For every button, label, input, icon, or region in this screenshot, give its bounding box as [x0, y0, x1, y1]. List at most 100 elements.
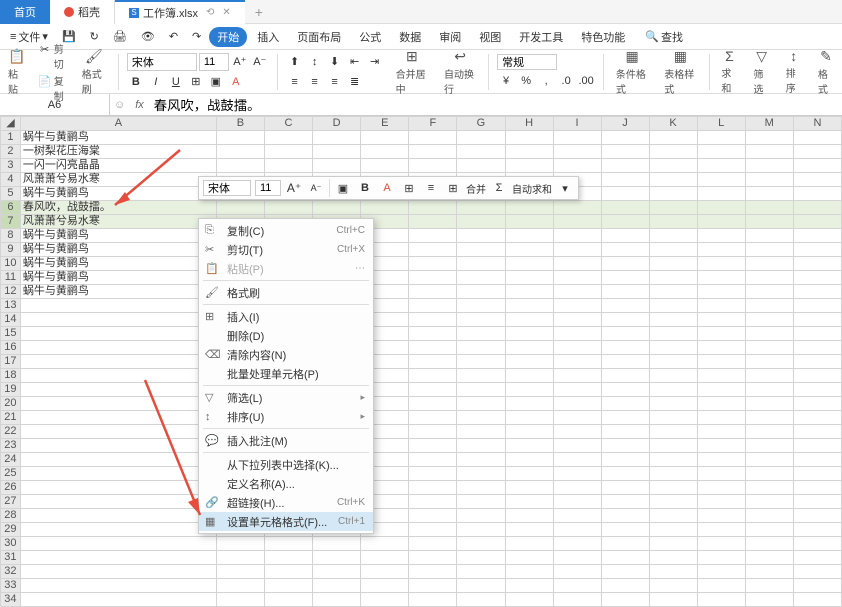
cell-G8[interactable]	[457, 229, 505, 243]
col-header-F[interactable]: F	[409, 117, 457, 131]
underline-button[interactable]: U	[167, 73, 185, 91]
cell-L23[interactable]	[697, 439, 745, 453]
cell-K29[interactable]	[649, 523, 697, 537]
cell-G30[interactable]	[457, 537, 505, 551]
cell-G28[interactable]	[457, 509, 505, 523]
cell-L28[interactable]	[697, 509, 745, 523]
cell-H32[interactable]	[505, 565, 553, 579]
row-header-29[interactable]: 29	[1, 523, 21, 537]
cell-I17[interactable]	[553, 355, 601, 369]
menu-insert[interactable]: 插入	[249, 27, 287, 47]
cell-K3[interactable]	[649, 159, 697, 173]
ctx-sort[interactable]: ↕排序(U)▸	[199, 407, 373, 426]
row-header-14[interactable]: 14	[1, 313, 21, 327]
cell-D31[interactable]	[313, 551, 361, 565]
cell-N30[interactable]	[793, 537, 841, 551]
cell-A17[interactable]	[20, 355, 216, 369]
cell-M16[interactable]	[745, 341, 793, 355]
cell-N16[interactable]	[793, 341, 841, 355]
cell-A25[interactable]	[20, 467, 216, 481]
cell-M10[interactable]	[745, 257, 793, 271]
cell-M15[interactable]	[745, 327, 793, 341]
cell-I31[interactable]	[553, 551, 601, 565]
row-header-27[interactable]: 27	[1, 495, 21, 509]
cell-I13[interactable]	[553, 299, 601, 313]
cell-F31[interactable]	[409, 551, 457, 565]
ribbon-tablestyle[interactable]: ▦表格样式	[660, 48, 700, 96]
ctx-cellfmt[interactable]: ▦设置单元格格式(F)...Ctrl+1	[199, 512, 373, 531]
cell-N14[interactable]	[793, 313, 841, 327]
ctx-fmtpaint[interactable]: 🖌格式刷	[199, 283, 373, 302]
cell-F19[interactable]	[409, 383, 457, 397]
cell-K19[interactable]	[649, 383, 697, 397]
cell-D2[interactable]	[313, 145, 361, 159]
cell-G19[interactable]	[457, 383, 505, 397]
col-header-L[interactable]: L	[697, 117, 745, 131]
cell-H27[interactable]	[505, 495, 553, 509]
cell-A30[interactable]	[20, 537, 216, 551]
cell-G27[interactable]	[457, 495, 505, 509]
cell-G11[interactable]	[457, 271, 505, 285]
cell-H28[interactable]	[505, 509, 553, 523]
cell-J22[interactable]	[601, 425, 649, 439]
cell-M23[interactable]	[745, 439, 793, 453]
cell-L6[interactable]	[697, 201, 745, 215]
cell-J16[interactable]	[601, 341, 649, 355]
ribbon-sum[interactable]: Σ求和	[717, 48, 741, 95]
mini-grow[interactable]: A⁺	[285, 179, 303, 197]
preview-icon[interactable]: 👁	[135, 28, 161, 45]
cell-C31[interactable]	[264, 551, 312, 565]
cut-icon[interactable]: ✂	[37, 41, 51, 59]
cell-I10[interactable]	[553, 257, 601, 271]
row-header-28[interactable]: 28	[1, 509, 21, 523]
cell-A7[interactable]: 风萧萧兮易水寒	[20, 215, 216, 229]
cell-A14[interactable]	[20, 313, 216, 327]
cell-K21[interactable]	[649, 411, 697, 425]
cell-M2[interactable]	[745, 145, 793, 159]
cell-H14[interactable]	[505, 313, 553, 327]
cell-L18[interactable]	[697, 369, 745, 383]
row-header-9[interactable]: 9	[1, 243, 21, 257]
cell-N9[interactable]	[793, 243, 841, 257]
comma-icon[interactable]: ,	[537, 72, 555, 90]
cell-G13[interactable]	[457, 299, 505, 313]
cell-E2[interactable]	[361, 145, 409, 159]
cell-M24[interactable]	[745, 453, 793, 467]
mini-size[interactable]	[255, 180, 281, 196]
percent-icon[interactable]: %	[517, 72, 535, 90]
cell-C3[interactable]	[264, 159, 312, 173]
cell-A18[interactable]	[20, 369, 216, 383]
cell-N10[interactable]	[793, 257, 841, 271]
dec-dec[interactable]: .00	[577, 72, 595, 90]
align-left[interactable]: ≡	[286, 73, 304, 91]
fx-btn-accept[interactable]: ☺	[110, 99, 129, 111]
cell-J6[interactable]	[601, 201, 649, 215]
cell-F13[interactable]	[409, 299, 457, 313]
col-header-N[interactable]: N	[793, 117, 841, 131]
row-header-31[interactable]: 31	[1, 551, 21, 565]
cell-A24[interactable]	[20, 453, 216, 467]
align-center[interactable]: ≡	[306, 73, 324, 91]
cell-N12[interactable]	[793, 285, 841, 299]
cell-I20[interactable]	[553, 397, 601, 411]
cell-G2[interactable]	[457, 145, 505, 159]
cell-N15[interactable]	[793, 327, 841, 341]
row-header-34[interactable]: 34	[1, 593, 21, 607]
cell-J15[interactable]	[601, 327, 649, 341]
cell-A16[interactable]	[20, 341, 216, 355]
cell-J4[interactable]	[601, 173, 649, 187]
ctx-comment[interactable]: 💬插入批注(M)	[199, 431, 373, 450]
cell-E30[interactable]	[361, 537, 409, 551]
cell-J32[interactable]	[601, 565, 649, 579]
cell-N26[interactable]	[793, 481, 841, 495]
cell-B31[interactable]	[216, 551, 264, 565]
cell-N34[interactable]	[793, 593, 841, 607]
cell-N8[interactable]	[793, 229, 841, 243]
cell-N2[interactable]	[793, 145, 841, 159]
cell-G7[interactable]	[457, 215, 505, 229]
cell-N6[interactable]	[793, 201, 841, 215]
cell-J34[interactable]	[601, 593, 649, 607]
cell-H34[interactable]	[505, 593, 553, 607]
cell-M22[interactable]	[745, 425, 793, 439]
row-header-30[interactable]: 30	[1, 537, 21, 551]
